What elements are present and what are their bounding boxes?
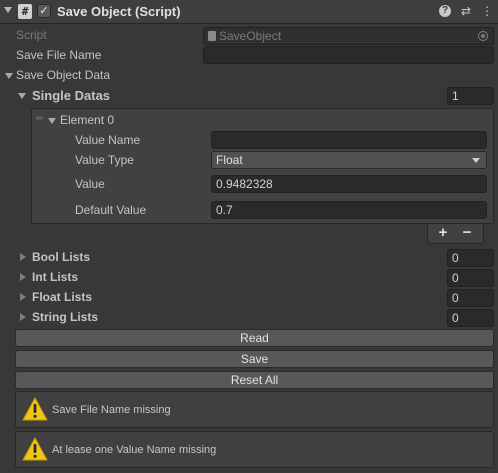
element-0-foldout-icon[interactable]: [48, 118, 56, 124]
warning-helpbox: At lease one Value Name missing: [15, 431, 494, 468]
reset-all-button[interactable]: Reset All: [15, 371, 494, 389]
value-type-selected: Float: [216, 153, 243, 167]
int-lists-label[interactable]: Int Lists: [32, 270, 78, 284]
drag-handle-icon[interactable]: ═: [36, 113, 43, 124]
single-datas-size-field[interactable]: 1: [447, 87, 494, 105]
string-lists-label[interactable]: String Lists: [32, 310, 98, 324]
dropdown-arrow-icon: [472, 158, 480, 163]
presets-icon[interactable]: ⇄: [459, 4, 473, 18]
bool-lists-size-field[interactable]: 0: [447, 249, 494, 267]
string-lists-foldout-icon[interactable]: [20, 313, 26, 321]
value-name-label: Value Name: [75, 133, 141, 147]
save-object-data-foldout-icon[interactable]: [5, 73, 13, 79]
bool-lists-label[interactable]: Bool Lists: [32, 250, 90, 264]
value-type-label: Value Type: [75, 153, 134, 167]
warning-message: At lease one Value Name missing: [52, 444, 217, 456]
read-button[interactable]: Read: [15, 329, 494, 347]
warning-message: Save File Name missing: [52, 404, 171, 416]
float-lists-size-field[interactable]: 0: [447, 289, 494, 307]
component-foldout-arrow-icon[interactable]: [4, 7, 12, 13]
default-value-label: Default Value: [75, 203, 147, 217]
warning-helpbox: Save File Name missing: [15, 391, 494, 428]
string-lists-size-field[interactable]: 0: [447, 309, 494, 327]
remove-element-button[interactable]: −: [456, 225, 478, 241]
element-0-label[interactable]: Element 0: [60, 113, 114, 127]
single-datas-label[interactable]: Single Datas: [32, 88, 110, 103]
help-icon[interactable]: ?: [439, 5, 451, 17]
value-label: Value: [75, 177, 105, 191]
object-picker-icon: [478, 31, 488, 41]
int-lists-foldout-icon[interactable]: [20, 273, 26, 281]
float-lists-foldout-icon[interactable]: [20, 293, 26, 301]
kebab-menu-icon[interactable]: ⋮: [480, 4, 494, 18]
save-file-name-input[interactable]: [203, 46, 494, 64]
save-button[interactable]: Save: [15, 350, 494, 368]
save-file-name-label: Save File Name: [16, 48, 102, 62]
script-asset-icon: [208, 31, 216, 41]
save-object-data-label[interactable]: Save Object Data: [16, 68, 110, 82]
script-object-value: SaveObject: [219, 29, 282, 43]
int-lists-size-field[interactable]: 0: [447, 269, 494, 287]
warning-triangle-icon: [22, 397, 48, 421]
default-value-input[interactable]: 0.7: [211, 201, 487, 219]
bool-lists-foldout-icon[interactable]: [20, 253, 26, 261]
value-name-input[interactable]: [211, 131, 487, 149]
component-enabled-checkbox[interactable]: ✓: [37, 4, 51, 18]
script-label: Script: [16, 28, 47, 42]
single-datas-foldout-icon[interactable]: [18, 93, 26, 99]
add-element-button[interactable]: +: [432, 225, 454, 241]
warning-triangle-icon: [22, 437, 48, 461]
component-title: Save Object (Script): [57, 4, 181, 19]
script-hash-icon: #: [18, 4, 32, 19]
script-object-field: SaveObject: [203, 27, 494, 45]
float-lists-label[interactable]: Float Lists: [32, 290, 92, 304]
value-type-dropdown[interactable]: Float: [211, 151, 487, 169]
value-input[interactable]: 0.9482328: [211, 175, 487, 193]
